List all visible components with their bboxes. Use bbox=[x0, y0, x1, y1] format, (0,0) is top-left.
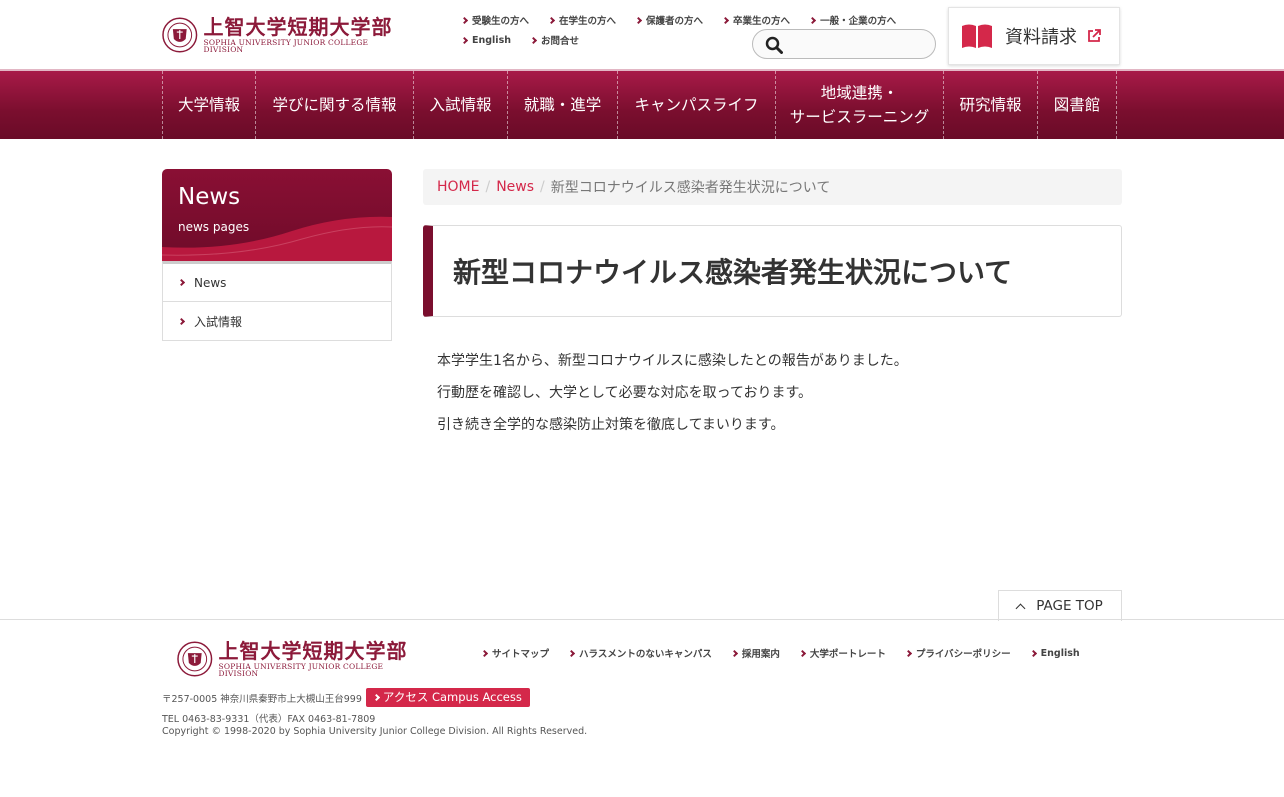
nav-item-admissions[interactable]: 入試情報 bbox=[414, 71, 508, 139]
logo-japanese: 上智大学短期大学部 bbox=[218, 638, 408, 663]
article-paragraph: 引き続き全学的な感染防止対策を徹底してまいります。 bbox=[437, 417, 785, 433]
footer-link-portrait[interactable]: 大学ポートレート bbox=[798, 646, 886, 660]
chevron-right-icon bbox=[1029, 649, 1037, 657]
chevron-right-icon bbox=[798, 649, 806, 657]
nav-item-careers[interactable]: 就職・進学 bbox=[508, 71, 618, 139]
nav-item-community-service[interactable]: 地域連携・ サービスラーニング bbox=[776, 71, 944, 139]
chevron-right-icon bbox=[547, 16, 556, 24]
nav-item-library[interactable]: 図書館 bbox=[1038, 71, 1117, 139]
article-title-box: 新型コロナウイルス感染者発生状況について bbox=[423, 225, 1122, 317]
logo-english: SOPHIA UNIVERSITY JUNIOR COLLEGE DIVISIO… bbox=[218, 661, 384, 678]
footer-link-harassment[interactable]: ハラスメントのないキャンパス bbox=[567, 646, 712, 660]
nav-item-research[interactable]: 研究情報 bbox=[944, 71, 1038, 139]
search-input[interactable] bbox=[789, 34, 927, 54]
chevron-up-icon bbox=[1015, 603, 1026, 614]
request-materials-label: 資料請求 bbox=[1005, 27, 1077, 48]
nav-item-academics[interactable]: 学びに関する情報 bbox=[256, 71, 414, 139]
footer-link-privacy[interactable]: プライバシーポリシー bbox=[904, 646, 1011, 660]
article-paragraph: 本学学生1名から、新型コロナウイルスに感染したとの報告がありました。 bbox=[437, 353, 908, 369]
site-footer: 上智大学短期大学部 SOPHIA UNIVERSITY JUNIOR COLLE… bbox=[0, 619, 1284, 797]
chevron-right-icon bbox=[372, 693, 380, 702]
footer-tel: TEL 0463-83-9331（代表）FAX 0463-81-7809 bbox=[162, 714, 376, 725]
sidebar-title: News bbox=[178, 184, 241, 210]
access-button[interactable]: アクセス Campus Access bbox=[365, 688, 530, 707]
page-top-button[interactable]: PAGE TOP bbox=[998, 590, 1122, 621]
util-link-prospective[interactable]: 受験生の方へ bbox=[460, 13, 529, 27]
university-crest-icon bbox=[177, 641, 213, 677]
article-body: 本学学生1名から、新型コロナウイルスに感染したとの報告がありました。 行動歴を確… bbox=[437, 345, 908, 441]
chevron-right-icon bbox=[904, 649, 912, 657]
sidebar: News news pages News 入試情報 bbox=[162, 169, 392, 341]
footer-address: 〒257-0005 神奈川県秦野市上大槻山王台999 bbox=[162, 693, 362, 705]
chevron-right-icon bbox=[480, 649, 489, 657]
chevron-right-icon bbox=[567, 649, 576, 657]
nav-item-university-info[interactable]: 大学情報 bbox=[163, 71, 256, 139]
util-link-students[interactable]: 在学生の方へ bbox=[547, 13, 616, 27]
footer-address-row: 〒257-0005 神奈川県秦野市上大槻山王台999 アクセス Campus A… bbox=[162, 688, 530, 707]
university-crest-icon bbox=[162, 17, 198, 53]
breadcrumb: HOME / News / 新型コロナウイルス感染者発生状況について bbox=[423, 169, 1122, 205]
footer-copyright: Copyright © 1998-2020 by Sophia Universi… bbox=[162, 726, 588, 737]
chevron-right-icon bbox=[730, 649, 738, 657]
chevron-right-icon bbox=[177, 278, 186, 287]
sidebar-list: News 入試情報 bbox=[162, 261, 392, 341]
util-link-parents[interactable]: 保護者の方へ bbox=[634, 13, 703, 27]
chevron-right-icon bbox=[177, 317, 186, 325]
page-title: 新型コロナウイルス感染者発生状況について bbox=[453, 256, 1013, 289]
breadcrumb-current: 新型コロナウイルス感染者発生状況について bbox=[550, 180, 831, 196]
footer-link-sitemap[interactable]: サイトマップ bbox=[480, 646, 549, 660]
chevron-right-icon bbox=[634, 16, 643, 24]
sidebar-item-admissions[interactable]: 入試情報 bbox=[163, 302, 391, 340]
util-link-english[interactable]: English bbox=[460, 35, 511, 46]
sidebar-header: News news pages bbox=[162, 169, 392, 261]
util-link-alumni[interactable]: 卒業生の方へ bbox=[722, 13, 790, 27]
request-materials-button[interactable]: 資料請求 bbox=[948, 7, 1120, 65]
breadcrumb-news[interactable]: News bbox=[496, 179, 534, 195]
sidebar-item-news[interactable]: News bbox=[163, 264, 391, 302]
chevron-right-icon bbox=[722, 16, 730, 24]
footer-link-english[interactable]: English bbox=[1029, 646, 1080, 660]
chevron-right-icon bbox=[529, 36, 538, 44]
article-paragraph: 行動歴を確認し、大学として必要な対応を取っております。 bbox=[437, 385, 813, 401]
logo-english: SOPHIA UNIVERSITY JUNIOR COLLEGE DIVISIO… bbox=[203, 37, 369, 54]
util-link-general[interactable]: 一般・企業の方へ bbox=[809, 13, 896, 27]
site-logo[interactable]: 上智大学短期大学部 SOPHIA UNIVERSITY JUNIOR COLLE… bbox=[162, 16, 408, 54]
breadcrumb-separator: / bbox=[540, 179, 545, 195]
chevron-right-icon bbox=[460, 16, 469, 24]
footer-links: サイトマップ ハラスメントのないキャンパス 採用案内 大学ポートレート プライバ… bbox=[480, 646, 1100, 660]
sidebar-wave-decoration bbox=[162, 216, 392, 261]
search-icon[interactable] bbox=[765, 36, 783, 54]
logo-japanese: 上智大学短期大学部 bbox=[203, 14, 393, 39]
nav-item-campus-life[interactable]: キャンパスライフ bbox=[618, 71, 776, 139]
chevron-right-icon bbox=[460, 36, 469, 44]
search-box bbox=[752, 29, 936, 59]
breadcrumb-home[interactable]: HOME bbox=[437, 179, 479, 195]
site-header: 上智大学短期大学部 SOPHIA UNIVERSITY JUNIOR COLLE… bbox=[0, 0, 1284, 69]
breadcrumb-separator: / bbox=[485, 179, 491, 195]
global-nav: 大学情報 学びに関する情報 入試情報 就職・進学 キャンパスライフ 地域連携・サ… bbox=[0, 69, 1284, 139]
footer-logo[interactable]: 上智大学短期大学部 SOPHIA UNIVERSITY JUNIOR COLLE… bbox=[177, 640, 423, 678]
external-link-icon bbox=[1088, 29, 1101, 42]
chevron-right-icon bbox=[809, 16, 817, 24]
footer-link-recruitment[interactable]: 採用案内 bbox=[730, 646, 780, 660]
sidebar-subtitle: news pages bbox=[178, 220, 250, 234]
open-book-icon bbox=[962, 24, 992, 48]
util-link-contact[interactable]: お問合せ bbox=[529, 33, 579, 47]
